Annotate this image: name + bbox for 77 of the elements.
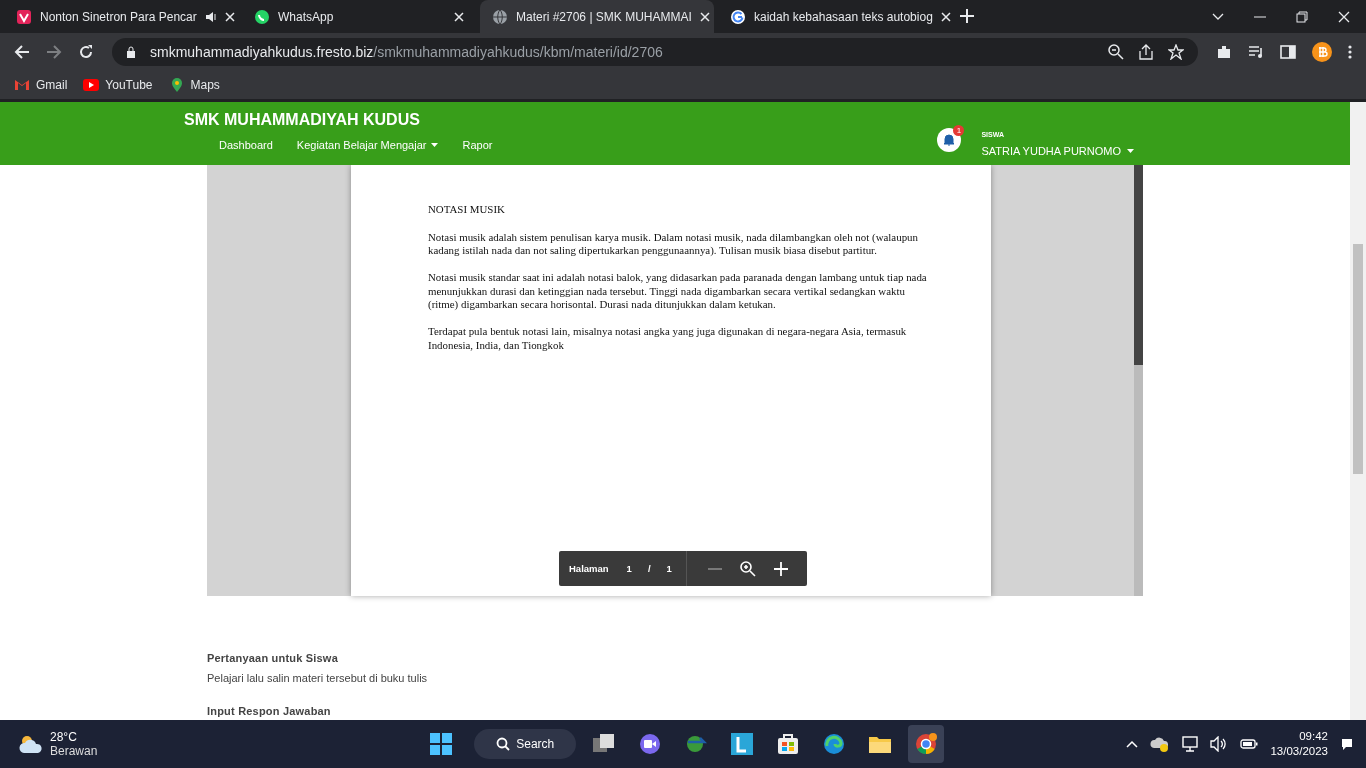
taskbar-app-button[interactable] [908, 725, 945, 763]
page-number[interactable]: 1 [626, 563, 632, 574]
start-icon[interactable] [430, 733, 453, 755]
tab-search-icon[interactable] [1212, 12, 1224, 21]
chat-icon [254, 8, 270, 25]
speaker-icon[interactable] [204, 10, 217, 23]
browser-swirl-icon [822, 732, 847, 756]
google-icon [730, 8, 746, 25]
video-chat-icon [638, 732, 663, 756]
page-separator: / [647, 563, 651, 574]
document-paragraph: Notasi musik adalah sistem penulisan karya musik. Dalam notasi musik, nada dilambangkan oleh not (walaupun kadang istilah nada dan not saling dipertukarkan penggunaannya). Tulisan musik biasa disebut partitur. [428, 230, 919, 258]
browser-tab[interactable]: Nonton Sinetron Para Pencar [4, 0, 238, 33]
volume-icon[interactable] [1210, 736, 1229, 752]
browser-tab[interactable]: WhatsApp [242, 0, 476, 33]
back-icon[interactable] [14, 43, 30, 60]
tab-title: WhatsApp [278, 9, 335, 24]
question-heading: Pertanyaan untuk Siswa [207, 652, 339, 664]
bookmark[interactable]: Maps [168, 76, 220, 93]
zoom-out-icon[interactable] [707, 567, 722, 570]
playlist-icon[interactable] [1248, 43, 1264, 60]
page-label: Halaman [569, 563, 609, 574]
notification-button[interactable]: 1 [937, 127, 962, 152]
search-icon [496, 737, 511, 751]
clock[interactable]: 09:42 13/03/2023 [1270, 729, 1328, 759]
new-tab-icon[interactable] [960, 9, 974, 23]
share-icon[interactable] [1138, 43, 1154, 60]
caret-icon [1127, 148, 1134, 153]
bell-icon [943, 133, 956, 146]
star-icon[interactable] [1168, 43, 1184, 60]
globe-icon [492, 8, 508, 25]
zoom-in-icon[interactable] [773, 561, 788, 576]
cloud-warning-icon[interactable] [1150, 736, 1171, 752]
document-paragraph: Terdapat pula bentuk notasi lain, misalnya notasi angka yang juga digunakan di negara-negara Asia, termasuk Indonesia, India, dan Tiongkok [428, 325, 908, 352]
response-heading: Input Respon Jawaban [207, 705, 332, 717]
close-icon[interactable] [454, 11, 464, 22]
zoom-icon[interactable] [1108, 43, 1124, 60]
video-icon [16, 8, 32, 25]
zoom-icon[interactable] [739, 560, 756, 577]
cloud-sun-icon [18, 734, 44, 754]
viewer-scrollbar[interactable] [1134, 165, 1143, 596]
play-icon [83, 76, 100, 93]
weather-widget[interactable]: 28°C Berawan [18, 730, 218, 758]
close-icon[interactable] [940, 11, 951, 22]
bitcoin-icon[interactable] [1312, 41, 1332, 62]
letter-tile-icon [730, 732, 755, 756]
page-scrollbar[interactable] [1350, 102, 1366, 720]
browser-tab[interactable]: Materi #2706 | SMK MUHAMMAI [480, 0, 714, 33]
bookmark[interactable]: YouTube [83, 76, 153, 93]
address-field[interactable]: smkmuhammadiyahkudus.fresto.biz/smkmuhammadiyahkudus/kbm/materi/id/2706 [112, 37, 1198, 66]
forward-icon[interactable] [46, 43, 62, 60]
minimize-icon[interactable] [1254, 15, 1266, 18]
close-icon[interactable] [224, 11, 235, 22]
document-paragraph: Notasi musik standar saat ini adalah notasi balok, yang didasarkan pada paranada dengan lambang untuk tiap nada menunjukkan durasi dan ketinggian nada tersebut. Tinggi nada digambarkan secara vertikal sedangkan waktu (ritme) digambarkan secara horisontal. Durasi nada ditunjukkan dalam ketukan. [428, 271, 928, 312]
page-total: 1 [666, 563, 672, 574]
close-icon[interactable] [1338, 10, 1350, 23]
tab-title: kaidah kebahasaan teks autobiog [754, 9, 933, 24]
lock-icon [126, 45, 136, 58]
document-heading: NOTASI MUSIK [428, 203, 506, 217]
network-icon[interactable] [1182, 736, 1199, 752]
shopping-bag-icon [776, 732, 801, 756]
tab-title: Materi #2706 | SMK MUHAMMAI [516, 9, 692, 24]
notification-icon[interactable] [1340, 737, 1354, 751]
restore-icon[interactable] [1296, 10, 1308, 23]
browser-tab[interactable]: kaidah kebahasaan teks autobiog [718, 0, 952, 33]
notification-badge: 1 [953, 124, 965, 136]
chrome-icon [914, 732, 939, 756]
url-text: smkmuhammadiyahkudus.fresto.biz/smkmuhammadiyahkudus/kbm/materi/id/2706 [150, 43, 663, 60]
reload-icon[interactable] [78, 43, 94, 60]
question-text: Pelajari lalu salin materi tersebut di buku tulis [207, 672, 429, 684]
bookmark[interactable]: Gmail [14, 76, 68, 93]
search-button[interactable]: Search [474, 729, 577, 759]
close-icon[interactable] [699, 11, 710, 22]
tab-title: Nonton Sinetron Para Pencar [40, 9, 197, 24]
battery-icon[interactable] [1240, 739, 1259, 749]
side-panel-icon[interactable] [1280, 43, 1296, 60]
chevron-up-icon[interactable] [1126, 740, 1139, 748]
menu-icon[interactable] [1348, 43, 1352, 60]
